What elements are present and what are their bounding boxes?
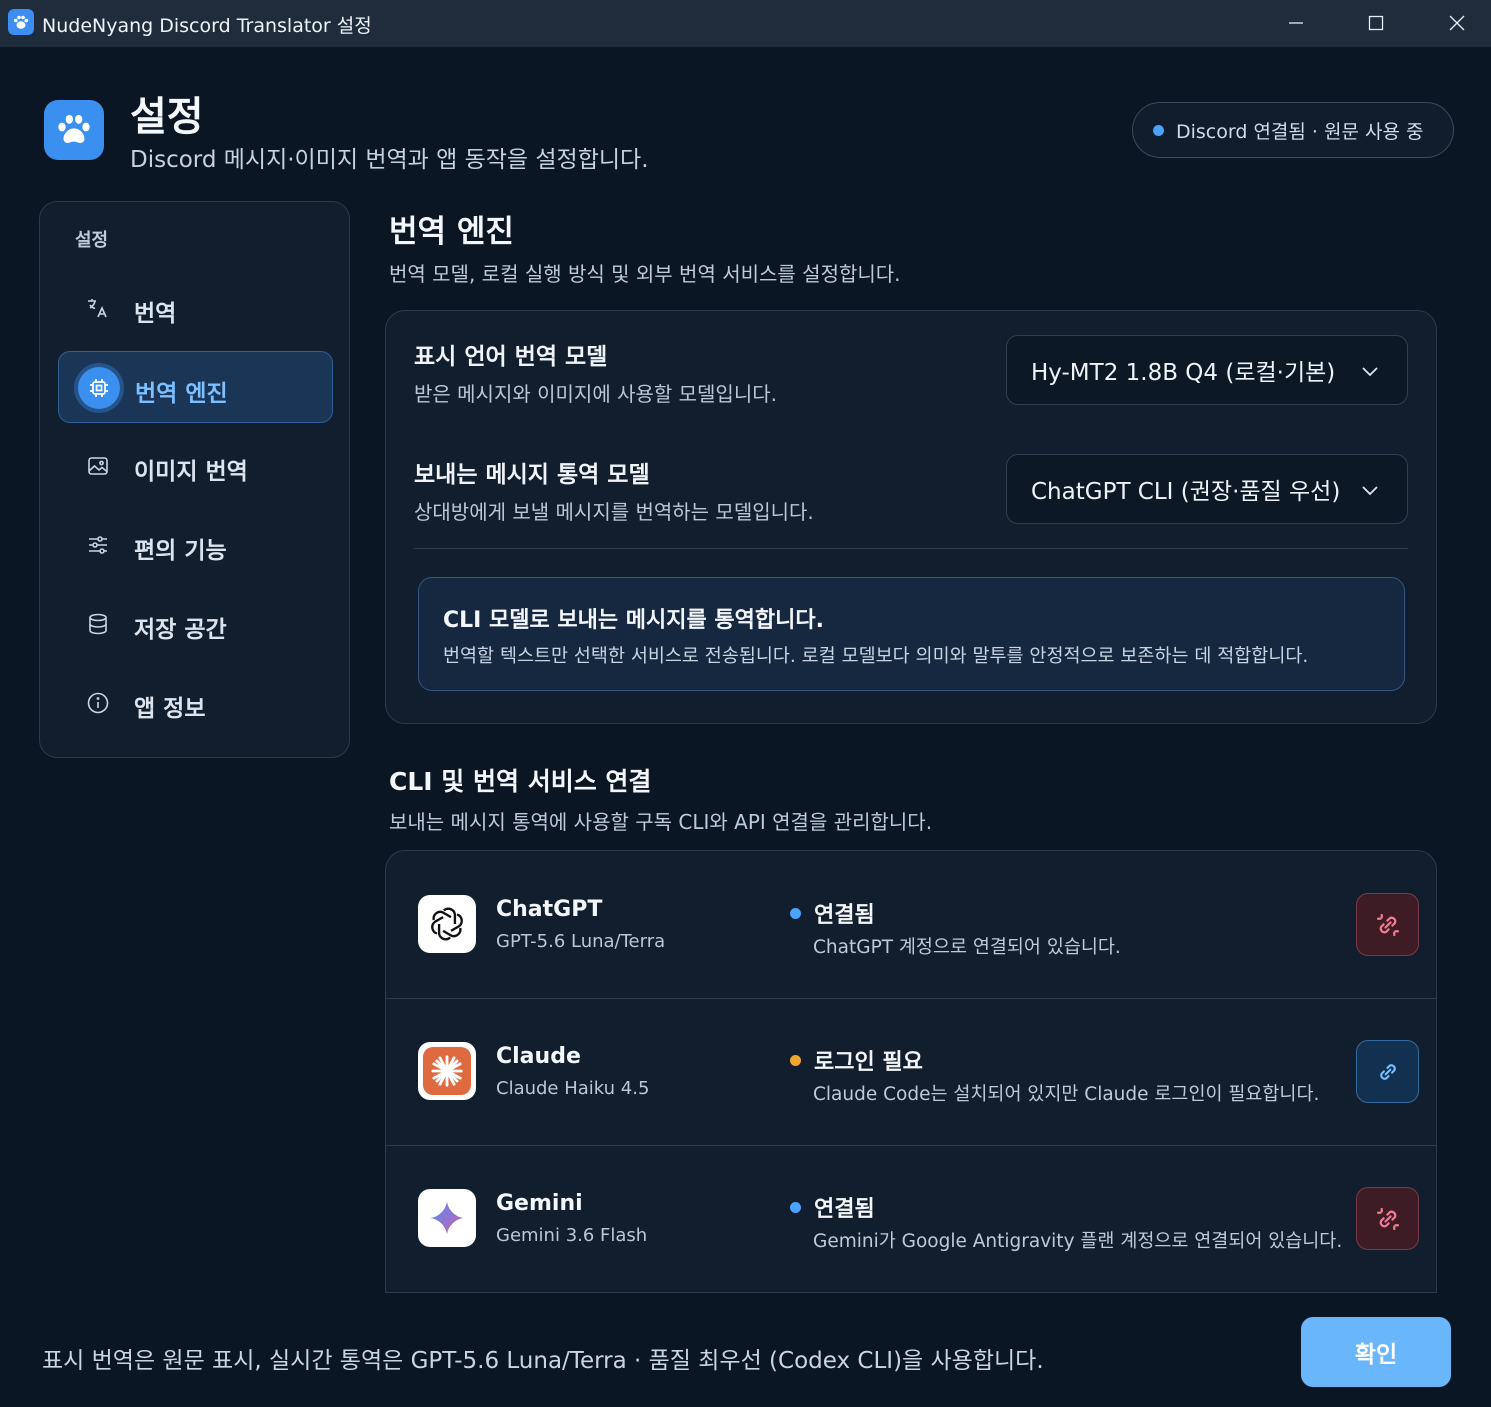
minimize-button[interactable] [1256, 0, 1336, 46]
sidebar-item-convenience[interactable]: 편의 기능 [58, 509, 333, 581]
sidebar-item-image[interactable]: 이미지 번역 [58, 430, 333, 502]
service-row-gemini: Gemini Gemini 3.6 Flash 연결됨 Gemini가 Goog… [386, 1145, 1437, 1292]
close-button[interactable] [1417, 0, 1491, 46]
sliders-icon [82, 529, 114, 561]
sidebar-item-engine[interactable]: 번역 엔진 [58, 351, 333, 423]
sidebar-item-label: 이미지 번역 [134, 459, 248, 485]
sidebar-item-label: 앱 정보 [134, 696, 206, 722]
database-icon [82, 608, 114, 640]
gemini-logo-icon [418, 1189, 476, 1247]
display-model-select[interactable]: Hy-MT2 1.8B Q4 (로컬·기본) [1006, 335, 1408, 405]
notice-title: CLI 모델로 보내는 메시지를 통역합니다. [443, 608, 824, 633]
page-subtitle: Discord 메시지·이미지 번역과 앱 동작을 설정합니다. [130, 147, 649, 173]
chip-icon [78, 367, 120, 409]
sidebar-item-label: 번역 엔진 [135, 381, 228, 407]
service-row-claude: Claude Claude Haiku 4.5 로그인 필요 Claude Co… [386, 998, 1437, 1145]
display-model-desc: 받은 메시지와 이미지에 사용할 모델입니다. [414, 382, 777, 406]
sidebar-item-translation[interactable]: 번역 [58, 272, 333, 344]
translate-icon [82, 292, 114, 324]
paw-icon [58, 114, 90, 144]
service-name: Gemini [496, 1191, 583, 1216]
service-model: Claude Haiku 4.5 [496, 1078, 650, 1099]
display-model-title: 표시 언어 번역 모델 [414, 344, 608, 370]
status-dot [1153, 124, 1164, 136]
footer-summary: 표시 번역은 원문 표시, 실시간 통역은 GPT-5.6 Luna/Terra… [42, 1348, 1044, 1374]
service-desc: Gemini가 Google Antigravity 플랜 계정으로 연결되어 … [813, 1231, 1343, 1252]
display-model-value: Hy-MT2 1.8B Q4 (로컬·기본) [1031, 360, 1336, 386]
cli-notice: CLI 모델로 보내는 메시지를 통역합니다. 번역할 텍스트만 선택한 서비스… [418, 577, 1405, 691]
minimize-icon [1289, 22, 1303, 24]
maximize-icon [1368, 15, 1384, 31]
chatgpt-logo-icon [418, 895, 476, 953]
service-status: 연결됨 [790, 897, 875, 929]
engine-section-title: 번역 엔진 [389, 214, 514, 250]
paw-icon [8, 9, 34, 35]
send-model-value: ChatGPT CLI (권장·품질 우선) [1031, 479, 1341, 505]
service-name: ChatGPT [496, 897, 603, 922]
status-text: Discord 연결됨 · 원문 사용 중 [1176, 120, 1424, 143]
info-icon [82, 687, 114, 719]
image-icon [82, 450, 114, 482]
sidebar-item-label: 저장 공간 [134, 617, 227, 643]
service-name: Claude [496, 1044, 581, 1069]
disconnect-gemini-button[interactable] [1356, 1187, 1419, 1250]
close-icon [1449, 15, 1465, 31]
service-desc: Claude Code는 설치되어 있지만 Claude 로그인이 필요합니다. [813, 1084, 1320, 1105]
service-model: GPT-5.6 Luna/Terra [496, 931, 666, 952]
claude-logo-icon [418, 1042, 476, 1100]
service-status-text: 연결됨 [814, 903, 875, 928]
app-logo [44, 100, 104, 160]
divider [414, 548, 1408, 549]
service-row-chatgpt: ChatGPT GPT-5.6 Luna/Terra 연결됨 ChatGPT 계… [386, 851, 1437, 998]
engine-section-subtitle: 번역 모델, 로컬 실행 방식 및 외부 번역 서비스를 설정합니다. [389, 262, 901, 286]
maximize-button[interactable] [1336, 0, 1416, 46]
services-section-subtitle: 보내는 메시지 통역에 사용할 구독 CLI와 API 연결을 관리합니다. [389, 810, 933, 834]
service-model: Gemini 3.6 Flash [496, 1225, 648, 1246]
page-title: 설정 [130, 94, 204, 140]
discord-status-badge: Discord 연결됨 · 원문 사용 중 [1132, 102, 1454, 158]
sidebar: 설정 번역 번역 엔진 이미지 번역 편의 기능 저장 공간 앱 정보 [39, 201, 350, 758]
window-title: NudeNyang Discord Translator 설정 [42, 15, 372, 37]
send-model-desc: 상대방에게 보낼 메시지를 번역하는 모델입니다. [414, 500, 814, 524]
notice-text: 번역할 텍스트만 선택한 서비스로 전송됩니다. 로컬 모델보다 의미와 말투를… [443, 646, 1309, 667]
services-section-title: CLI 및 번역 서비스 연결 [389, 767, 652, 796]
service-status: 연결됨 [790, 1191, 875, 1223]
sidebar-item-label: 번역 [134, 301, 177, 327]
send-model-title: 보내는 메시지 통역 모델 [414, 462, 650, 488]
service-status-text: 연결됨 [814, 1197, 875, 1222]
status-dot [790, 1201, 801, 1213]
unlink-icon [1376, 1207, 1399, 1230]
link-icon [1379, 1063, 1396, 1080]
title-bar: NudeNyang Discord Translator 설정 [0, 0, 1491, 47]
chevron-down-icon [1362, 486, 1378, 496]
unlink-icon [1376, 913, 1399, 936]
status-dot [790, 907, 801, 919]
connect-claude-button[interactable] [1356, 1040, 1419, 1103]
sidebar-item-about[interactable]: 앱 정보 [58, 667, 333, 739]
chevron-down-icon [1362, 367, 1378, 377]
disconnect-chatgpt-button[interactable] [1356, 893, 1419, 956]
confirm-button[interactable]: 확인 [1301, 1317, 1451, 1387]
service-status: 로그인 필요 [790, 1044, 923, 1076]
sidebar-item-storage[interactable]: 저장 공간 [58, 588, 333, 660]
sidebar-item-label: 편의 기능 [134, 538, 227, 564]
sidebar-heading: 설정 [75, 230, 109, 251]
send-model-select[interactable]: ChatGPT CLI (권장·품질 우선) [1006, 454, 1408, 524]
service-desc: ChatGPT 계정으로 연결되어 있습니다. [813, 937, 1121, 958]
service-status-text: 로그인 필요 [814, 1050, 923, 1075]
status-dot [790, 1054, 801, 1066]
